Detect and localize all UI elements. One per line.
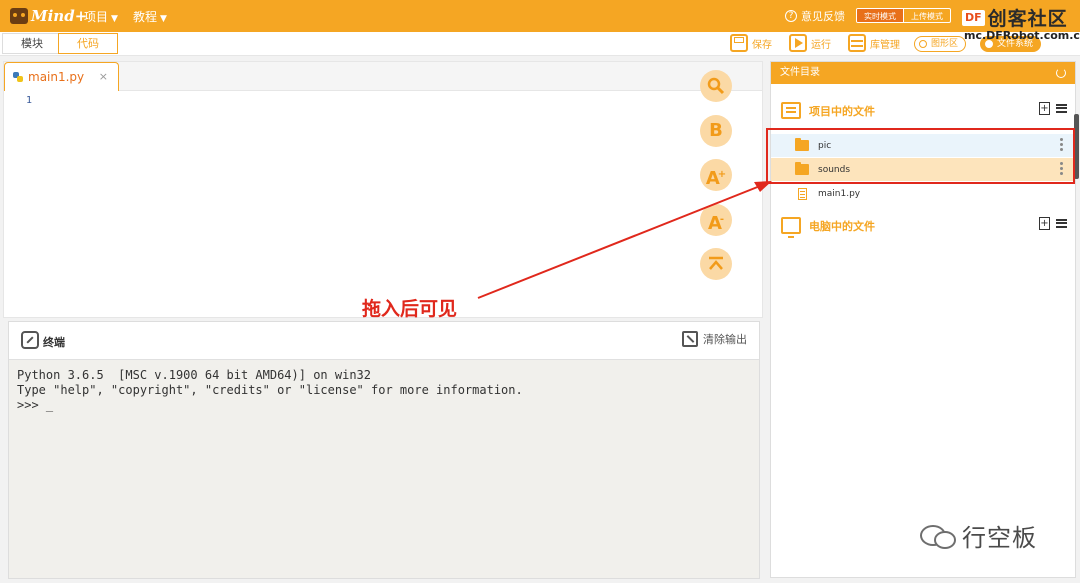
annotation-highlight-box bbox=[766, 128, 1075, 184]
project-files-actions: + bbox=[1039, 102, 1067, 115]
graphics-area-label: 图形区 bbox=[931, 39, 959, 49]
tab-code[interactable]: 代码 bbox=[58, 33, 118, 54]
code-editor: main1.py × 1 bbox=[3, 61, 763, 318]
library-label: 库管理 bbox=[870, 39, 900, 51]
font-increase-icon: A+ bbox=[706, 168, 726, 189]
terminal-title: 终端 bbox=[43, 336, 65, 349]
terminal-icon bbox=[21, 331, 39, 349]
new-file-icon[interactable]: + bbox=[1039, 217, 1050, 230]
file-tab-bar: main1.py × bbox=[4, 62, 762, 91]
chevron-down-icon: ▼ bbox=[111, 14, 118, 24]
top-bar: Mind+ 项目 ▼ 教程 ▼ ? 意见反馈 实时模式 上传模式 DF 创客社区 bbox=[0, 0, 1080, 32]
file-directory-header: 文件目录 bbox=[771, 62, 1075, 84]
menu-icon[interactable] bbox=[1056, 219, 1067, 228]
watermark-df-logo: DF bbox=[962, 9, 985, 26]
mode-upload[interactable]: 上传模式 bbox=[903, 9, 950, 22]
menu-project-label: 项目 bbox=[84, 10, 109, 24]
help-icon: ? bbox=[785, 10, 797, 22]
menu-icon[interactable] bbox=[1056, 104, 1067, 113]
menu-tutorial-label: 教程 bbox=[133, 10, 158, 24]
collapse-button[interactable] bbox=[700, 248, 732, 280]
logo-text: Mind+ bbox=[31, 7, 88, 25]
run-label: 运行 bbox=[811, 39, 831, 51]
computer-files-actions: + bbox=[1039, 217, 1067, 230]
search-icon bbox=[707, 77, 725, 95]
annotation-text: 拖入后可见 bbox=[362, 298, 458, 320]
list-icon bbox=[781, 102, 801, 119]
file-tab-main1[interactable]: main1.py × bbox=[4, 62, 119, 91]
terminal-panel: 终端 清除输出 Python 3.6.5 [MSC v.1900 64 bit … bbox=[8, 321, 760, 579]
toggle-icon bbox=[919, 40, 927, 48]
monitor-icon bbox=[781, 217, 801, 238]
terminal-output[interactable]: Python 3.6.5 [MSC v.1900 64 bit AMD64)] … bbox=[17, 368, 523, 413]
refresh-icon[interactable] bbox=[1056, 68, 1066, 78]
font-increase-button[interactable]: A+ bbox=[700, 159, 732, 191]
library-button[interactable]: 库管理 bbox=[848, 34, 900, 52]
file-icon bbox=[798, 187, 807, 200]
watermark-brand: DF 创客社区 bbox=[962, 4, 1068, 31]
terminal-prompt: >>> _ bbox=[17, 398, 54, 412]
project-files-label: 项目中的文件 bbox=[809, 104, 875, 118]
file-directory-title: 文件目录 bbox=[780, 67, 820, 78]
terminal-header: 终端 清除输出 bbox=[9, 322, 759, 360]
file-tab-label: main1.py bbox=[28, 70, 85, 84]
close-icon[interactable]: × bbox=[99, 70, 108, 83]
mind-plus-logo[interactable]: Mind+ bbox=[10, 5, 87, 27]
clear-output-label: 清除输出 bbox=[703, 333, 747, 346]
mode-switch: 实时模式 上传模式 bbox=[856, 8, 951, 23]
logo-icon bbox=[10, 8, 28, 24]
computer-files-section[interactable]: 电脑中的文件 bbox=[781, 217, 875, 238]
menu-project[interactable]: 项目 ▼ bbox=[84, 8, 118, 25]
toolbar: 模块 代码 保存 运行 库管理 图形区 文件系统 bbox=[0, 32, 1080, 56]
python-file-icon bbox=[13, 72, 23, 82]
mode-realtime[interactable]: 实时模式 bbox=[857, 9, 903, 22]
font-decrease-sign: - bbox=[719, 214, 725, 225]
bold-icon: B bbox=[709, 120, 723, 141]
clear-output-icon bbox=[682, 331, 698, 347]
run-button[interactable]: 运行 bbox=[789, 34, 831, 52]
watermark-bottom: 行空板 bbox=[918, 518, 1037, 553]
clear-output-button[interactable]: 清除输出 bbox=[682, 331, 747, 347]
save-icon bbox=[730, 34, 748, 52]
wechat-icon bbox=[918, 523, 956, 549]
line-number: 1 bbox=[26, 95, 33, 106]
collapse-up-icon bbox=[709, 256, 723, 270]
tab-blocks[interactable]: 模块 bbox=[2, 33, 62, 54]
chevron-down-icon: ▼ bbox=[160, 14, 167, 24]
terminal-line: Type "help", "copyright", "credits" or "… bbox=[17, 383, 523, 397]
graphics-area-button[interactable]: 图形区 bbox=[914, 36, 967, 52]
file-name: main1.py bbox=[818, 188, 861, 199]
run-icon bbox=[789, 34, 807, 52]
watermark-title: 创客社区 bbox=[987, 8, 1068, 30]
computer-files-label: 电脑中的文件 bbox=[809, 219, 875, 233]
feedback-label: 意见反馈 bbox=[801, 10, 845, 23]
font-decrease-icon: A- bbox=[708, 213, 724, 234]
save-label: 保存 bbox=[752, 39, 772, 51]
project-files-section[interactable]: 项目中的文件 bbox=[781, 102, 875, 119]
library-icon bbox=[848, 34, 866, 52]
save-button[interactable]: 保存 bbox=[730, 34, 772, 52]
new-file-icon[interactable]: + bbox=[1039, 102, 1050, 115]
menu-tutorial[interactable]: 教程 ▼ bbox=[133, 8, 167, 25]
terminal-line: Python 3.6.5 [MSC v.1900 64 bit AMD64)] … bbox=[17, 368, 372, 382]
feedback-button[interactable]: ? 意见反馈 bbox=[785, 8, 845, 24]
list-item-main1[interactable]: main1.py bbox=[771, 182, 1075, 205]
watermark-name: 行空板 bbox=[962, 524, 1037, 552]
search-button[interactable] bbox=[700, 70, 732, 102]
bold-button[interactable]: B bbox=[700, 115, 732, 147]
font-increase-sign: + bbox=[717, 169, 727, 180]
watermark-url: mc.DFRobot.com.cn bbox=[964, 29, 1080, 42]
font-decrease-button[interactable]: A- bbox=[700, 204, 732, 236]
